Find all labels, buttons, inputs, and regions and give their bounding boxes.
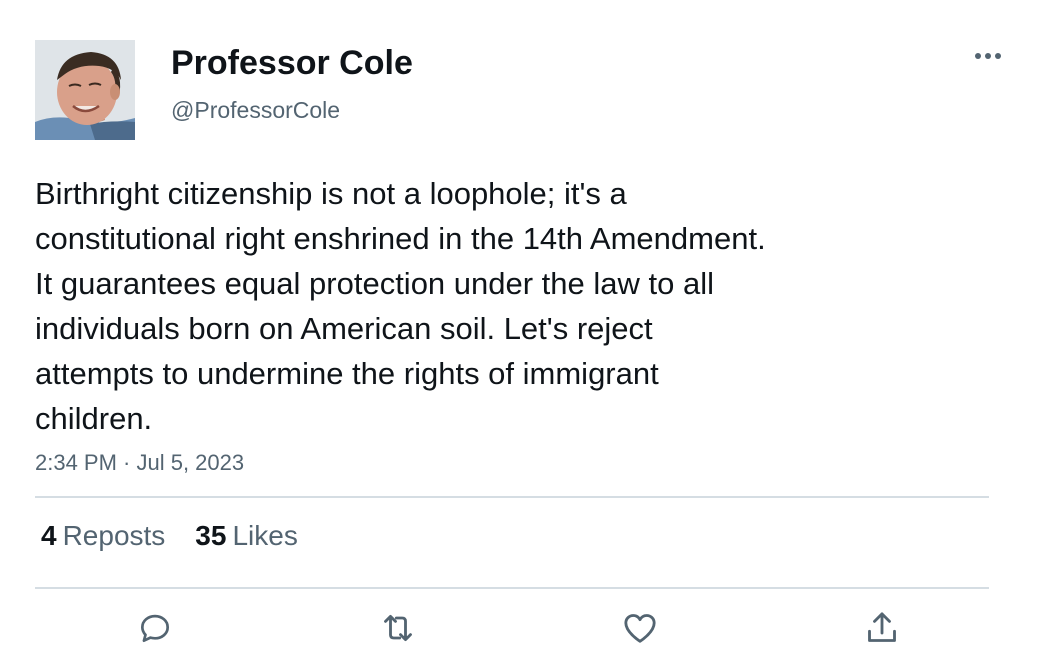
reposts-stat[interactable]: 4 Reposts — [41, 520, 165, 552]
share-button[interactable] — [860, 606, 904, 650]
heart-icon — [624, 614, 656, 643]
repost-button[interactable] — [376, 606, 420, 650]
like-button[interactable] — [618, 606, 662, 650]
reposts-label: Reposts — [62, 520, 166, 551]
author-handle[interactable]: @ProfessorCole — [171, 97, 340, 124]
reposts-count: 4 — [41, 520, 57, 551]
avatar[interactable] — [35, 40, 135, 140]
more-icon — [975, 53, 1001, 59]
reply-button[interactable] — [133, 606, 177, 650]
avatar-photo — [35, 40, 135, 140]
tweet-stats: 4 Reposts 35 Likes — [41, 520, 298, 552]
repost-icon — [384, 614, 412, 642]
reply-icon — [140, 614, 170, 643]
likes-count: 35 — [195, 520, 227, 551]
tweet-text: Birthright citizenship is not a loophole… — [35, 176, 766, 436]
tweet-timestamp[interactable]: 2:34 PM · Jul 5, 2023 — [35, 450, 244, 476]
share-icon — [868, 612, 896, 642]
more-options-button[interactable] — [968, 40, 1008, 72]
author-display-name[interactable]: Professor Cole — [171, 44, 413, 83]
likes-stat[interactable]: 35 Likes — [195, 520, 298, 552]
tweet-card: Professor Cole @ProfessorCole Birthright… — [0, 0, 1050, 660]
divider — [35, 587, 989, 589]
divider — [35, 496, 989, 498]
likes-label: Likes — [232, 520, 298, 551]
